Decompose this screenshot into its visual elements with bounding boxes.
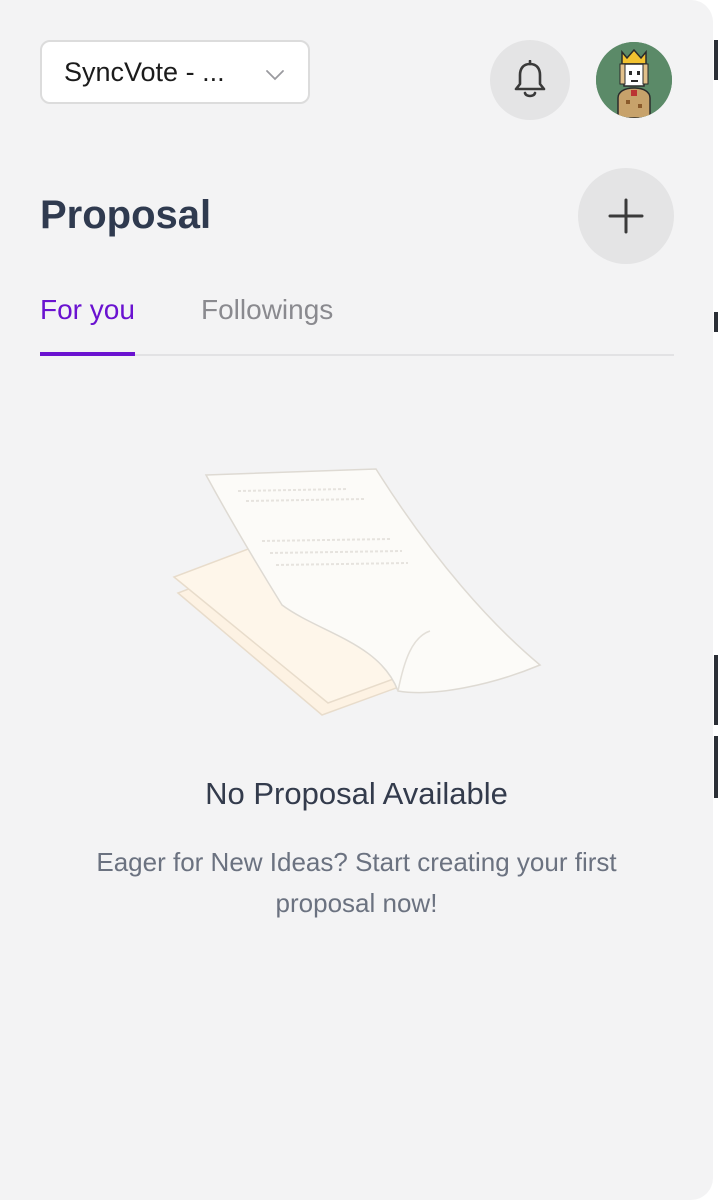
chevron-down-icon [266,70,284,81]
plus-icon [608,198,644,234]
bell-icon [514,60,546,98]
empty-state-title: No Proposal Available [205,776,508,811]
tab-followings[interactable]: Followings [201,294,333,342]
app-panel: SyncVote - ... Proposal For you Followin… [0,0,713,1200]
page-title: Proposal [40,193,212,237]
tab-for-you[interactable]: For you [40,294,135,356]
dao-selector[interactable]: SyncVote - ... [40,40,310,104]
add-proposal-button[interactable] [578,168,674,264]
dao-selector-value: SyncVote - ... [64,56,225,87]
proposal-tabs: For you Followings [40,290,674,356]
window-edge [713,0,718,1200]
empty-state-description: Eager for New Ideas? Start creating your… [96,847,617,918]
user-avatar[interactable] [596,42,672,118]
documents-illustration [172,468,542,716]
notifications-button[interactable] [490,40,570,120]
avatar-image [596,42,672,118]
